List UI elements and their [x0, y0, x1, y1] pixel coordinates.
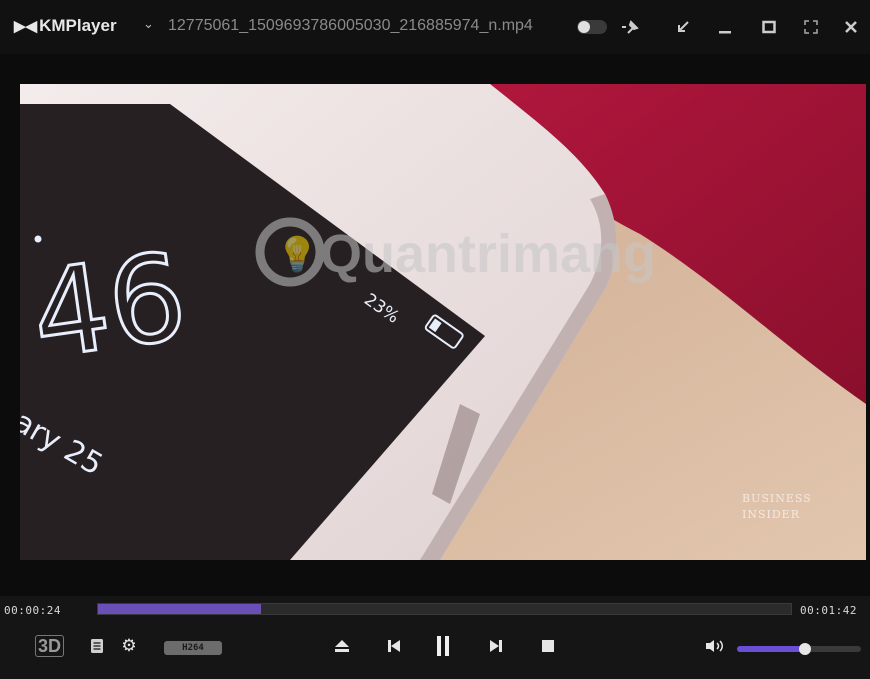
3d-button[interactable]: 3D: [35, 635, 65, 657]
next-icon[interactable]: [485, 632, 507, 660]
app-name: KMPlayer: [39, 16, 117, 35]
volume-icon[interactable]: [703, 632, 727, 660]
close-icon[interactable]: [836, 12, 866, 42]
maximize-icon[interactable]: [754, 12, 784, 42]
toggle-knob: [578, 21, 590, 33]
minimize-icon[interactable]: [710, 12, 740, 42]
stop-icon[interactable]: [537, 632, 559, 660]
watermark: 💡 Quantrimang: [255, 217, 656, 287]
fullscreen-icon[interactable]: [796, 12, 826, 42]
lightbulb-icon: 💡: [276, 235, 318, 275]
seek-bar[interactable]: [97, 603, 792, 615]
total-time: 00:01:42: [800, 604, 857, 617]
clock-digits: 46: [24, 228, 195, 387]
previous-icon[interactable]: [383, 632, 405, 660]
minimize-to-corner-icon[interactable]: [668, 12, 698, 42]
brand-line-1: BUSINESS: [742, 492, 812, 505]
chevron-down-icon[interactable]: ⌄: [143, 17, 154, 32]
settings-gear-icon[interactable]: ⚙: [119, 632, 139, 660]
app-logo[interactable]: ▶◀ KMPlayer: [14, 16, 117, 36]
kmplayer-logo-icon: ▶◀: [14, 18, 38, 35]
pin-icon[interactable]: [615, 12, 645, 42]
title-bar: ▶◀ KMPlayer ⌄ 12775061_1509693786005030_2…: [0, 0, 870, 54]
brand-line-2: INSIDER: [742, 508, 800, 521]
current-time: 00:00:24: [4, 604, 61, 617]
eject-icon[interactable]: [331, 632, 353, 660]
watermark-text: Quantrimang: [320, 224, 656, 284]
video-frame[interactable]: 46 ary 25 23% 💡 Quantrimang BUSINESS INS…: [20, 84, 866, 560]
volume-slider[interactable]: [737, 643, 861, 655]
file-name: 12775061_1509693786005030_216885974_n.mp…: [168, 17, 533, 34]
seek-progress: [98, 604, 261, 614]
toggle-switch[interactable]: [577, 20, 607, 34]
codec-badge: H264: [164, 641, 222, 655]
playlist-icon[interactable]: [88, 632, 106, 660]
status-dot: [34, 235, 42, 243]
pause-icon[interactable]: [432, 632, 454, 660]
volume-level: [737, 646, 806, 652]
